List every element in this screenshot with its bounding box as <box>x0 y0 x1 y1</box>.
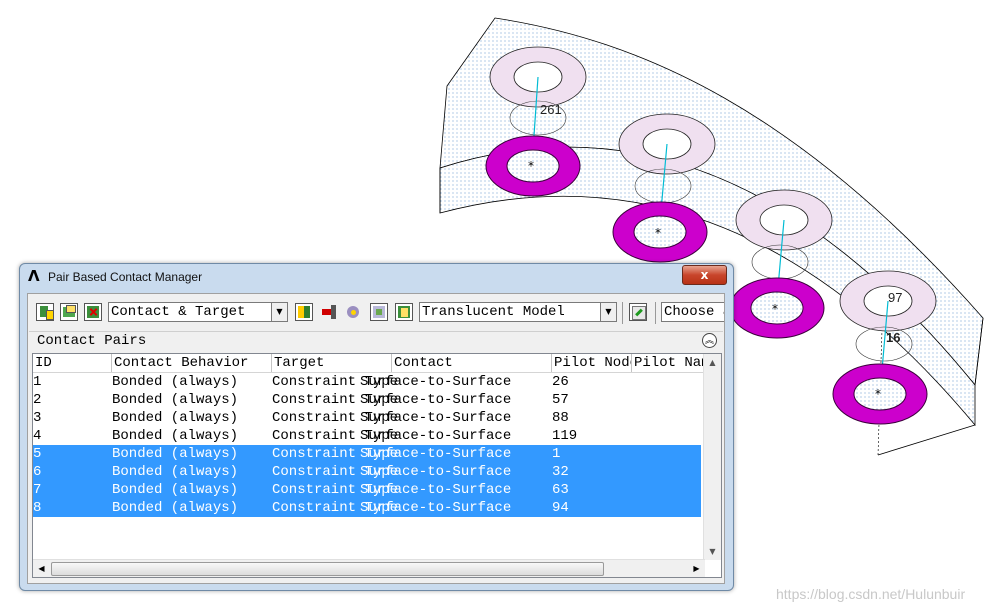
cell-pilot-node: 32 <box>552 464 569 480</box>
scroll-right-icon[interactable]: ▶ <box>688 560 705 577</box>
svg-text:*: * <box>875 387 881 401</box>
cell-contact: Surface-to-Surface <box>360 446 512 462</box>
cell-pilot-node: 94 <box>552 500 569 516</box>
chevron-down-icon[interactable]: ▼ <box>600 303 616 321</box>
vertical-scrollbar[interactable]: ▲ ▼ <box>703 354 721 560</box>
node-label: 16 <box>886 330 900 345</box>
chevron-down-icon[interactable]: ▼ <box>271 303 287 321</box>
flip-icon[interactable] <box>320 303 338 321</box>
horizontal-scrollbar[interactable]: ◀ ▶ <box>33 559 705 577</box>
edit-icon[interactable] <box>370 303 388 321</box>
model-display-value: Translucent Model <box>422 304 565 320</box>
cell-contact: Surface-to-Surface <box>360 482 512 498</box>
properties-icon[interactable] <box>395 303 413 321</box>
cell-id: 1 <box>33 374 42 390</box>
table-header: ID Contact Behavior Target Contact Pilot… <box>33 354 705 373</box>
scroll-down-icon[interactable]: ▼ <box>704 543 721 560</box>
cell-id: 3 <box>33 410 42 426</box>
table-row[interactable]: 4 Bonded (always) Constraint Type Surface-t… <box>33 427 701 445</box>
collapse-icon[interactable]: ︽ <box>702 333 717 348</box>
view-select[interactable]: Contact & Target ▼ <box>108 302 288 322</box>
column-header-id[interactable]: ID <box>33 354 112 372</box>
cell-behavior: Bonded (always) <box>112 482 239 498</box>
cell-contact: Surface-to-Surface <box>360 392 512 408</box>
window-title: Pair Based Contact Manager <box>48 270 203 284</box>
contact-manager-window: Λ Pair Based Contact Manager x Contact &… <box>19 263 734 591</box>
table-row[interactable]: 3 Bonded (always) Constraint Type Surface-t… <box>33 409 701 427</box>
cell-contact: Surface-to-Surface <box>360 500 512 516</box>
scroll-up-icon[interactable]: ▲ <box>704 354 721 371</box>
toolbar-separator <box>622 302 623 324</box>
cell-contact: Surface-to-Surface <box>360 464 512 480</box>
cell-contact: Surface-to-Surface <box>360 374 512 390</box>
cell-behavior: Bonded (always) <box>112 464 239 480</box>
contact-pairs-header: Contact Pairs ︽ <box>29 331 723 351</box>
column-header-contact[interactable]: Contact <box>392 354 552 372</box>
toolbar: Contact & Target ▼ Translucent Model ▼ C… <box>28 294 724 328</box>
node-label: 97 <box>888 290 902 305</box>
list-open-icon[interactable] <box>60 303 78 321</box>
choose-select[interactable]: Choose a <box>661 302 724 322</box>
scroll-left-icon[interactable]: ◀ <box>33 560 50 577</box>
column-header-behavior[interactable]: Contact Behavior <box>112 354 272 372</box>
svg-text:*: * <box>655 226 661 240</box>
node-label: 261 <box>540 102 562 117</box>
choose-select-value: Choose a <box>664 304 724 320</box>
cell-id: 8 <box>33 500 42 516</box>
check-icon[interactable] <box>345 303 363 321</box>
cell-id: 7 <box>33 482 42 498</box>
view-select-value: Contact & Target <box>111 304 246 320</box>
table-row[interactable]: 7 Bonded (always) Constraint Type Surface-t… <box>33 481 701 499</box>
table-row[interactable]: 8 Bonded (always) Constraint Type Surface-t… <box>33 499 701 517</box>
cell-id: 2 <box>33 392 42 408</box>
cell-id: 5 <box>33 446 42 462</box>
cell-pilot-node: 63 <box>552 482 569 498</box>
cell-behavior: Bonded (always) <box>112 500 239 516</box>
title-bar[interactable]: Λ Pair Based Contact Manager x <box>20 264 733 290</box>
ansys-logo-icon: Λ <box>28 267 40 285</box>
contact-pairs-table: ID Contact Behavior Target Contact Pilot… <box>32 353 722 578</box>
section-title: Contact Pairs <box>37 333 147 349</box>
table-row[interactable]: 1 Bonded (always) Constraint Type Surface-t… <box>33 373 701 391</box>
list-new-icon[interactable] <box>36 303 54 321</box>
column-header-target[interactable]: Target <box>272 354 392 372</box>
cell-contact: Surface-to-Surface <box>360 428 512 444</box>
scrollbar-thumb[interactable] <box>51 562 604 576</box>
plot-pair-icon[interactable] <box>295 303 313 321</box>
toolbar-separator <box>655 302 656 324</box>
cell-pilot-node: 1 <box>552 446 561 462</box>
cell-pilot-node: 26 <box>552 374 569 390</box>
model-display-select[interactable]: Translucent Model ▼ <box>419 302 617 322</box>
checklist-icon[interactable] <box>629 303 647 321</box>
svg-text:*: * <box>772 302 778 316</box>
window-body: Contact & Target ▼ Translucent Model ▼ C… <box>27 293 725 584</box>
cell-id: 4 <box>33 428 42 444</box>
column-header-pilot-name[interactable]: Pilot Name <box>632 354 705 372</box>
svg-text:*: * <box>528 159 534 173</box>
cell-contact: Surface-to-Surface <box>360 410 512 426</box>
cell-pilot-node: 119 <box>552 428 578 444</box>
cell-behavior: Bonded (always) <box>112 392 239 408</box>
table-row[interactable]: 2 Bonded (always) Constraint Type Surface-t… <box>33 391 701 409</box>
cell-pilot-node: 88 <box>552 410 569 426</box>
close-button[interactable]: x <box>682 265 727 285</box>
cell-behavior: Bonded (always) <box>112 428 239 444</box>
table-row[interactable]: 6 Bonded (always) Constraint Type Surface-t… <box>33 463 701 481</box>
cell-id: 6 <box>33 464 42 480</box>
cell-pilot-node: 57 <box>552 392 569 408</box>
table-row[interactable]: 5 Bonded (always) Constraint Type Surface-t… <box>33 445 701 463</box>
column-header-pilot-node[interactable]: Pilot Node <box>552 354 632 372</box>
cell-behavior: Bonded (always) <box>112 374 239 390</box>
delete-pair-icon[interactable] <box>84 303 102 321</box>
cell-behavior: Bonded (always) <box>112 410 239 426</box>
watermark: https://blog.csdn.net/Hulunbuir <box>776 586 966 602</box>
cell-behavior: Bonded (always) <box>112 446 239 462</box>
